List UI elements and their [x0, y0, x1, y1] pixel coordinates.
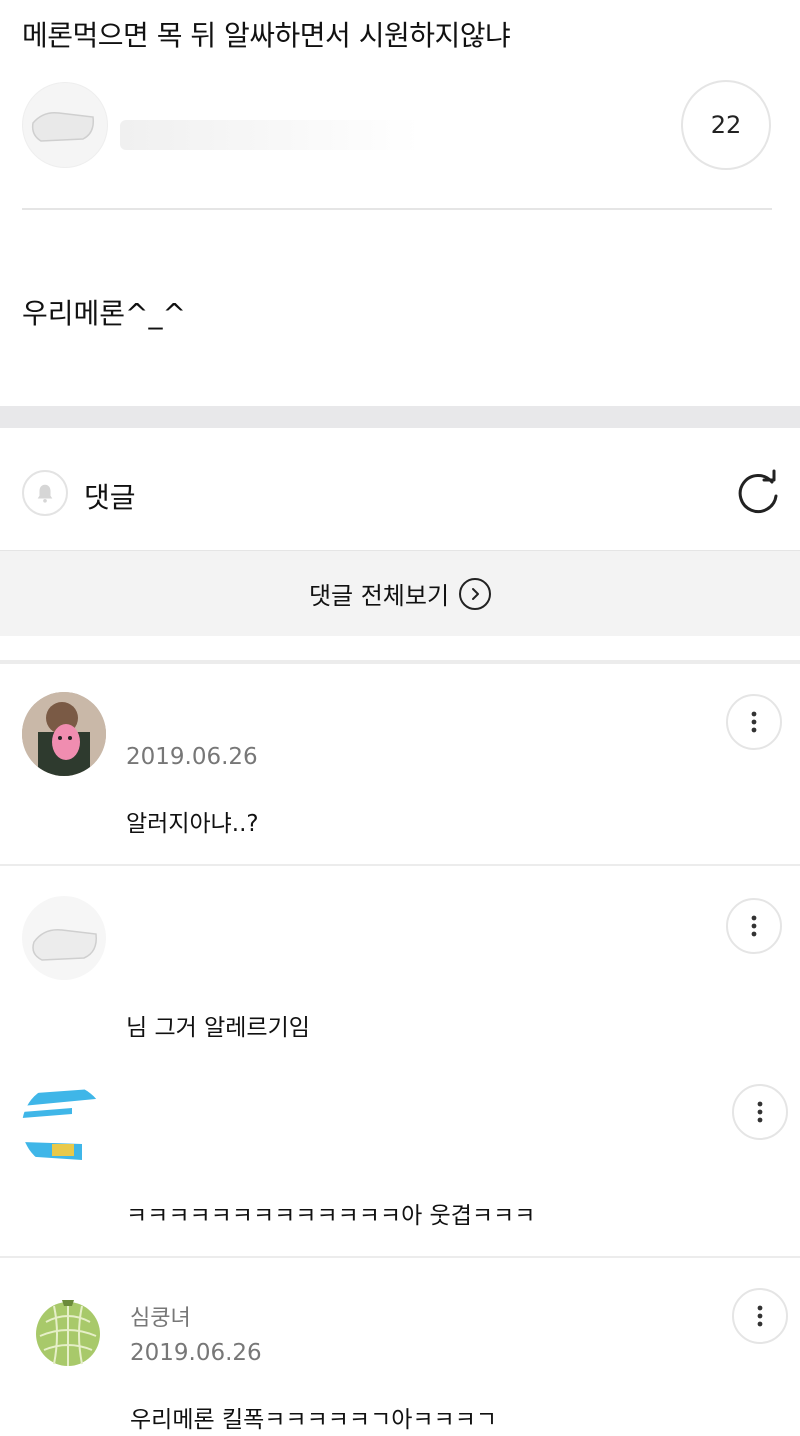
comment-text: 우리메론 킬폭ㅋㅋㅋㅋㅋㄱ아ㅋㅋㅋㄱ [130, 1407, 498, 1433]
more-vertical-icon[interactable] [732, 1084, 788, 1140]
reaction-count-button[interactable]: 22 [681, 80, 771, 170]
commenter-avatar[interactable] [22, 896, 106, 980]
comment-item: 님 그거 알레르기임 [0, 896, 800, 1046]
comment-header: 댓글 [0, 428, 800, 550]
divider [0, 660, 800, 664]
post-body: 우리메론^_^ [22, 297, 186, 330]
comment-date: 2019.06.26 [130, 1340, 262, 1366]
section-separator [0, 406, 800, 428]
author-row: 22 [0, 80, 800, 180]
post-title: 메론먹으면 목 뒤 알싸하면서 시원하지않냐 [22, 19, 511, 52]
comment-text: ㅋㅋㅋㅋㅋㅋㅋㅋㅋㅋㅋㅋㅋ아 웃겹ㅋㅋㅋ [126, 1203, 536, 1229]
chevron-right-icon [459, 577, 492, 610]
commenter-name: 심쿵녀 [130, 1306, 191, 1331]
divider [0, 1256, 800, 1258]
comment-text: 알러지아냐..? [126, 811, 259, 837]
commenter-avatar[interactable] [22, 692, 106, 776]
comment-date: 2019.06.26 [126, 744, 258, 770]
comment-section-label: 댓글 [84, 481, 136, 514]
view-all-label: 댓글 전체보기 [308, 582, 450, 610]
commenter-avatar[interactable] [26, 1288, 110, 1372]
comment-item: 심쿵녀 2019.06.26 우리메론 킬폭ㅋㅋㅋㅋㅋㄱ아ㅋㅋㅋㄱ [0, 1288, 800, 1436]
more-vertical-icon[interactable] [732, 1288, 788, 1344]
comment-item: 2019.06.26 알러지아냐..? [0, 692, 800, 842]
author-name-blurred [120, 120, 420, 150]
divider [0, 864, 800, 866]
more-vertical-icon[interactable] [726, 694, 782, 750]
view-all-comments-button[interactable]: 댓글 전체보기 [0, 550, 800, 636]
more-vertical-icon[interactable] [726, 898, 782, 954]
divider [22, 208, 772, 210]
author-avatar[interactable] [22, 82, 108, 168]
commenter-avatar[interactable] [22, 1084, 106, 1168]
comment-item: ㅋㅋㅋㅋㅋㅋㅋㅋㅋㅋㅋㅋㅋ아 웃겹ㅋㅋㅋ [0, 1084, 800, 1234]
refresh-icon[interactable] [734, 468, 782, 516]
comment-text: 님 그거 알레르기임 [126, 1015, 310, 1041]
bell-icon[interactable] [22, 470, 68, 516]
